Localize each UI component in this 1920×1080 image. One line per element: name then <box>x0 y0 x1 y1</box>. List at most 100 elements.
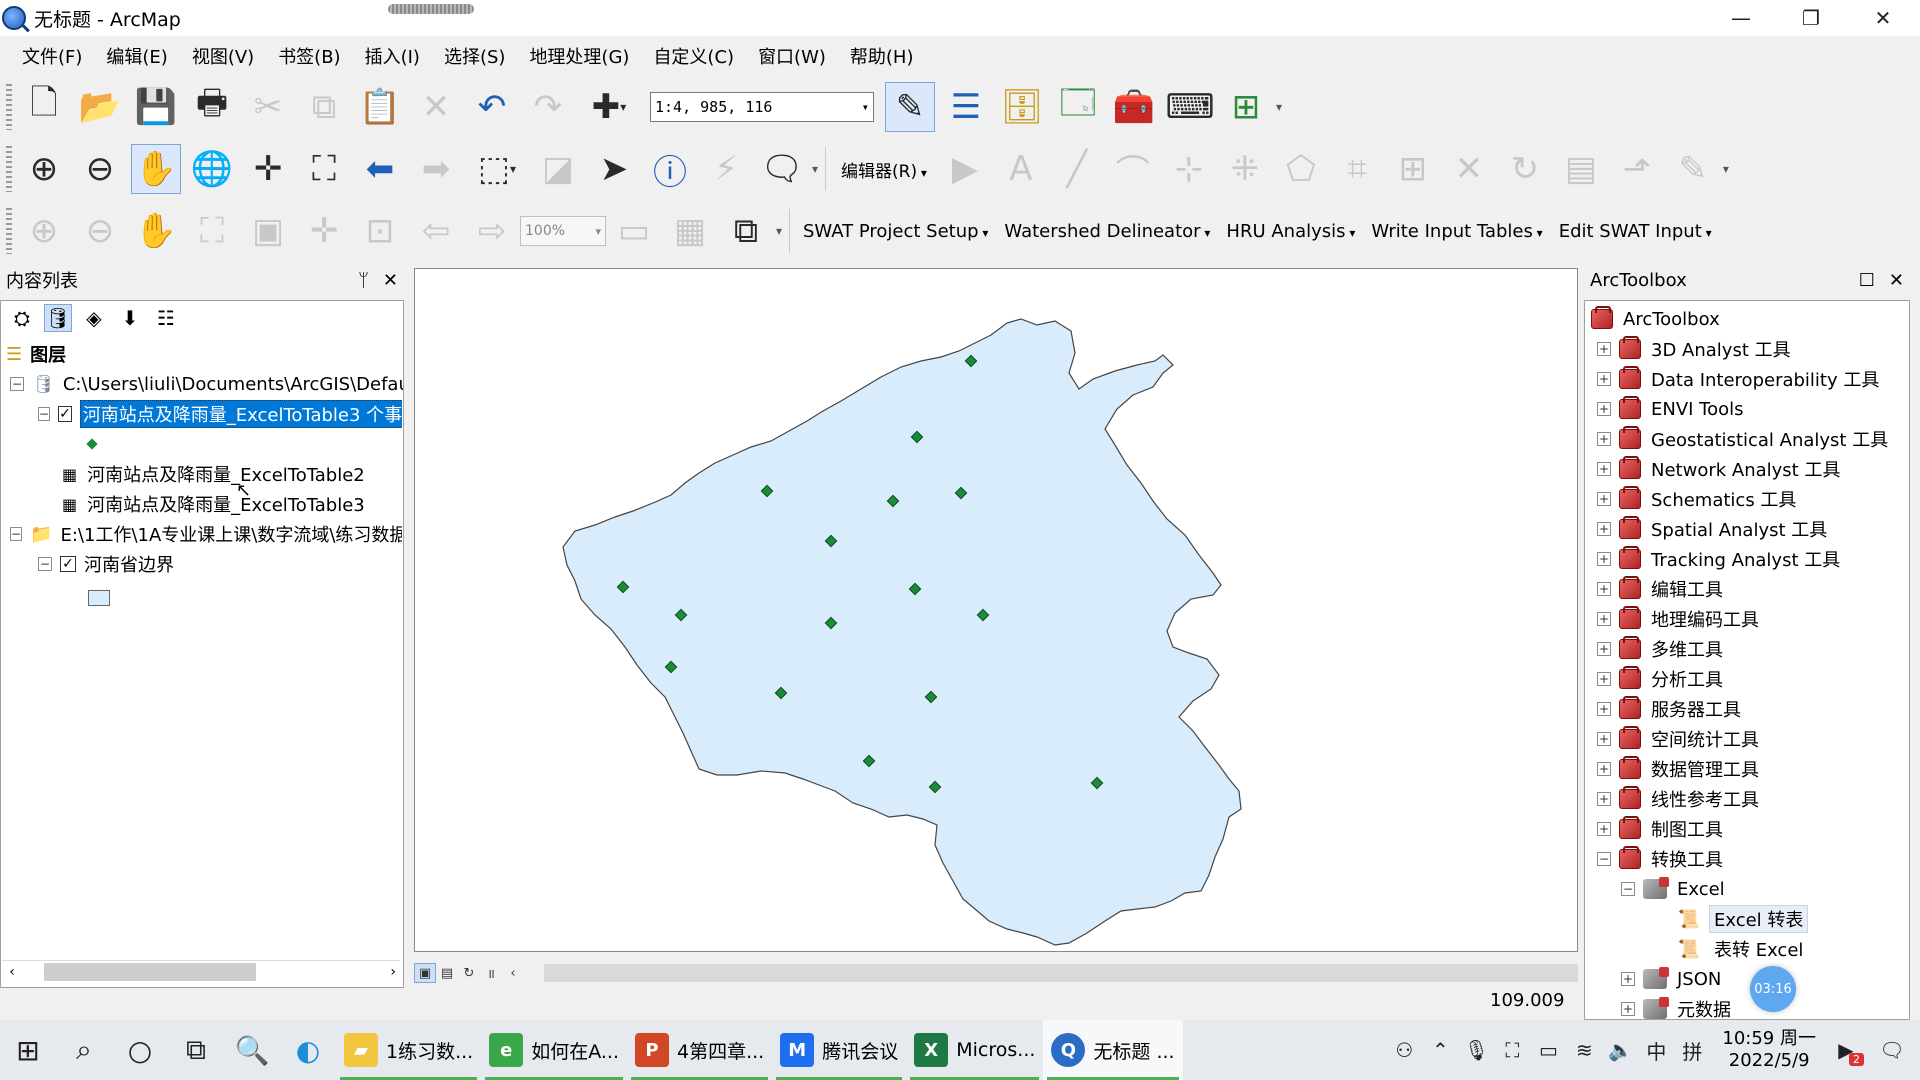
select-features-icon[interactable]: ⬚ ▾ <box>467 144 527 194</box>
people-icon[interactable]: ⚇ <box>1386 1038 1422 1062</box>
trace-icon[interactable]: ⊹ <box>1164 144 1214 194</box>
focus-data-frame-icon[interactable]: ▦ <box>665 206 715 256</box>
identify-icon[interactable]: ⓘ <box>645 144 695 194</box>
menu-view[interactable]: 视图(V) <box>180 43 266 69</box>
pause-drawing-icon[interactable]: ॥ <box>480 963 502 983</box>
toc-layer-exceltotable3-events[interactable]: − ✓ 河南站点及降雨量_ExcelToTable3 个事 <box>38 400 402 428</box>
toolbox-item[interactable]: + 地理编码工具 <box>1597 605 1759 633</box>
delete-icon[interactable]: ✕ <box>411 82 461 132</box>
arctoolbox-icon[interactable]: 🧰 <box>1109 82 1159 132</box>
expand-icon[interactable]: + <box>1597 372 1611 386</box>
undo-icon[interactable]: ↶ <box>467 82 517 132</box>
toolset-metadata[interactable]: + 元数据 <box>1621 995 1731 1019</box>
expand-icon[interactable]: + <box>1597 792 1611 806</box>
toolbar-grip[interactable] <box>6 208 12 254</box>
expand-icon[interactable]: + <box>1597 432 1611 446</box>
arctoolbox-close-icon[interactable]: ✕ <box>1889 270 1904 291</box>
change-layout-icon[interactable]: ⧉ <box>721 206 771 256</box>
collapse-icon[interactable]: − <box>38 407 51 421</box>
show-hidden-icons-chevron[interactable]: ⌃ <box>1422 1038 1458 1062</box>
taskbar-app-powerpoint[interactable]: P 4第四章... <box>627 1020 772 1080</box>
menu-insert[interactable]: 插入(I) <box>353 43 432 69</box>
menu-windows[interactable]: 窗口(W) <box>746 43 838 69</box>
print-icon[interactable]: 🖶 <box>187 82 237 132</box>
expand-icon[interactable]: + <box>1597 492 1611 506</box>
restore-button[interactable]: ❐ <box>1776 0 1846 36</box>
redo-icon[interactable]: ↷ <box>523 82 573 132</box>
tool-table-to-excel[interactable]: 📜 表转 Excel <box>1678 935 1804 963</box>
expand-icon[interactable]: + <box>1597 672 1611 686</box>
menu-selection[interactable]: 选择(S) <box>432 43 517 69</box>
edit-tool-icon[interactable]: ▶ <box>940 144 990 194</box>
taskbar-app-arcmap[interactable]: Q 无标题 ... <box>1043 1020 1183 1080</box>
layers-root[interactable]: ☰ 图层 <box>6 340 66 368</box>
expand-icon[interactable]: + <box>1597 642 1611 656</box>
zoom-whole-page-icon[interactable]: ⛶ <box>187 206 237 256</box>
rotate-icon[interactable]: ↻ <box>1500 144 1550 194</box>
toolbox-item[interactable]: + 制图工具 <box>1597 815 1723 843</box>
toolset-json[interactable]: + JSON <box>1621 965 1721 993</box>
cut-polygons-icon[interactable]: ⊞ <box>1388 144 1438 194</box>
layout-pan-icon[interactable]: ✋ <box>131 206 181 256</box>
editor-toolbar-icon[interactable]: ✎ <box>885 82 935 132</box>
split-tool-icon[interactable]: ✕ <box>1444 144 1494 194</box>
straight-segment-icon[interactable]: ╱ <box>1052 144 1102 194</box>
collapse-icon[interactable]: − <box>10 377 24 391</box>
cortana-icon[interactable]: ○ <box>112 1020 168 1080</box>
toolbar-options-icon[interactable]: ▾ <box>810 163 820 175</box>
layer-visibility-checkbox[interactable]: ✓ <box>58 406 72 422</box>
toc-horizontal-scrollbar[interactable]: ‹ › <box>2 960 400 982</box>
search-icon[interactable]: ⌕ <box>56 1020 112 1080</box>
back-arrow-icon[interactable]: ⬅ <box>355 144 405 194</box>
action-center-icon[interactable]: 🗨 <box>1864 1038 1920 1062</box>
sketch-properties-icon[interactable]: ⬏ <box>1612 144 1662 194</box>
toolbox-item[interactable]: + 空间统计工具 <box>1597 725 1759 753</box>
edit-swat-input-menu[interactable]: Edit SWAT Input <box>1551 221 1720 242</box>
chevron-down-icon[interactable]: ▾ <box>862 100 869 114</box>
toc-close-icon[interactable]: ✕ <box>383 270 398 291</box>
toolbox-item[interactable]: + Network Analyst 工具 <box>1597 455 1840 483</box>
table-of-contents-icon[interactable]: ☰ <box>941 82 991 132</box>
network-status-icon[interactable]: ⛶ <box>1494 1038 1530 1062</box>
toggle-draft-mode-icon[interactable]: ▭ <box>609 206 659 256</box>
toolbox-item[interactable]: + Data Interoperability 工具 <box>1597 365 1879 393</box>
toc-folder-documents[interactable]: − 🛢 C:\Users\liuli\Documents\ArcGIS\Defa… <box>10 370 403 398</box>
point-symbol-legend[interactable] <box>86 430 98 458</box>
taskbar-app-browser[interactable]: e 如何在A... <box>481 1020 627 1080</box>
expand-icon[interactable]: + <box>1597 462 1611 476</box>
toolbox-item[interactable]: + Spatial Analyst 工具 <box>1597 515 1827 543</box>
cut-icon[interactable]: ✂ <box>243 82 293 132</box>
write-input-tables-menu[interactable]: Write Input Tables <box>1363 221 1550 242</box>
system-clock[interactable]: 10:59 周一 2022/5/9 <box>1710 1028 1828 1072</box>
windows-start-icon[interactable]: ⊞ <box>0 1020 56 1080</box>
editor-menu-button[interactable]: 编辑器(R) ▾ <box>831 157 937 182</box>
layout-zoom-combo[interactable]: 100% ▾ <box>520 216 606 246</box>
list-by-drawing-order-icon[interactable]: ⛭ <box>8 304 36 332</box>
edge-browser-icon[interactable]: ◐ <box>280 1020 336 1080</box>
arctoolbox-root[interactable]: ArcToolbox <box>1591 305 1720 333</box>
hru-analysis-menu[interactable]: HRU Analysis <box>1218 221 1363 242</box>
menu-bookmarks[interactable]: 书签(B) <box>266 43 352 69</box>
toolbar-options-icon[interactable]: ▾ <box>1721 163 1731 175</box>
layout-view-icon[interactable]: ▤ <box>436 963 458 983</box>
expand-icon[interactable]: + <box>1621 1002 1635 1016</box>
toc-options-icon[interactable]: ☷ <box>152 304 180 332</box>
expand-icon[interactable]: + <box>1597 342 1611 356</box>
layout-fixed-zoom-in-icon[interactable]: ✛ <box>299 206 349 256</box>
toolbox-item[interactable]: − 转换工具 <box>1597 845 1723 873</box>
menu-file[interactable]: 文件(F) <box>10 43 94 69</box>
layout-zoom-in-icon[interactable]: ⊕ <box>19 206 69 256</box>
expand-icon[interactable]: + <box>1597 822 1611 836</box>
ime-mode-indicator[interactable]: 中 <box>1638 1036 1674 1065</box>
html-popup-icon[interactable]: 🗨 <box>757 144 807 194</box>
tool-excel-to-table[interactable]: 📜 Excel 转表 <box>1678 905 1809 933</box>
catalog-icon[interactable]: 🗄 <box>997 82 1047 132</box>
layer-visibility-checkbox[interactable]: ✓ <box>60 556 76 572</box>
list-by-source-icon[interactable]: 🛢 <box>44 304 72 332</box>
expand-icon[interactable]: + <box>1621 972 1635 986</box>
scroll-left-icon[interactable]: ‹ <box>2 964 22 980</box>
map-scale-combo[interactable]: 1:4, 985, 116 ▾ <box>650 92 874 122</box>
map-horizontal-scrollbar[interactable] <box>544 964 1578 982</box>
toc-table-exceltotable2[interactable]: ▦ 河南站点及降雨量_ExcelToTable2 <box>62 460 365 488</box>
toolbox-item[interactable]: + Geostatistical Analyst 工具 <box>1597 425 1888 453</box>
